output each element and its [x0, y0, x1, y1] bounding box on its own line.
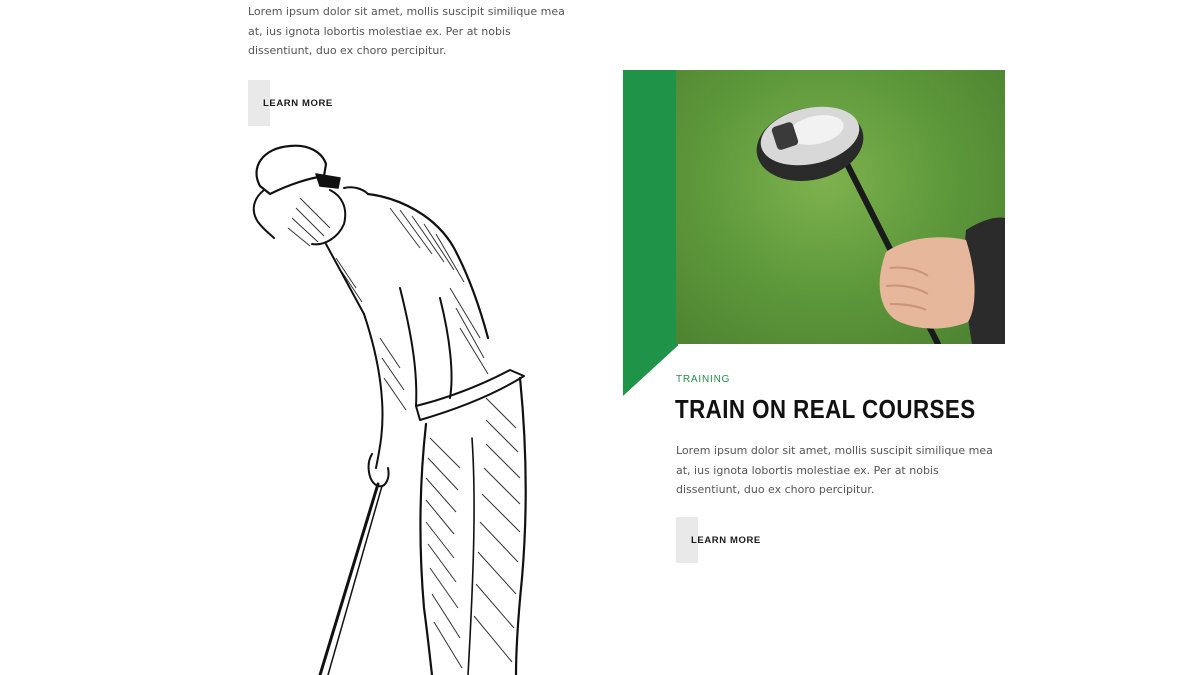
golf-driver-photo — [676, 70, 1005, 344]
golf-driver-illustration — [756, 106, 1005, 344]
card-category: TRAINING — [676, 374, 731, 385]
green-accent-block — [623, 70, 678, 396]
card-title: TRAIN ON REAL COURSES — [675, 394, 976, 424]
right-learn-more-button[interactable]: LEARN MORE — [676, 517, 766, 563]
golfer-sketch-image — [252, 144, 527, 675]
page: Lorem ipsum dolor sit amet, mollis susci… — [0, 0, 1200, 675]
left-card-description: Lorem ipsum dolor sit amet, mollis susci… — [248, 5, 565, 57]
left-learn-more-button[interactable]: LEARN MORE — [248, 80, 338, 126]
right-card-description: Lorem ipsum dolor sit amet, mollis susci… — [676, 444, 993, 496]
